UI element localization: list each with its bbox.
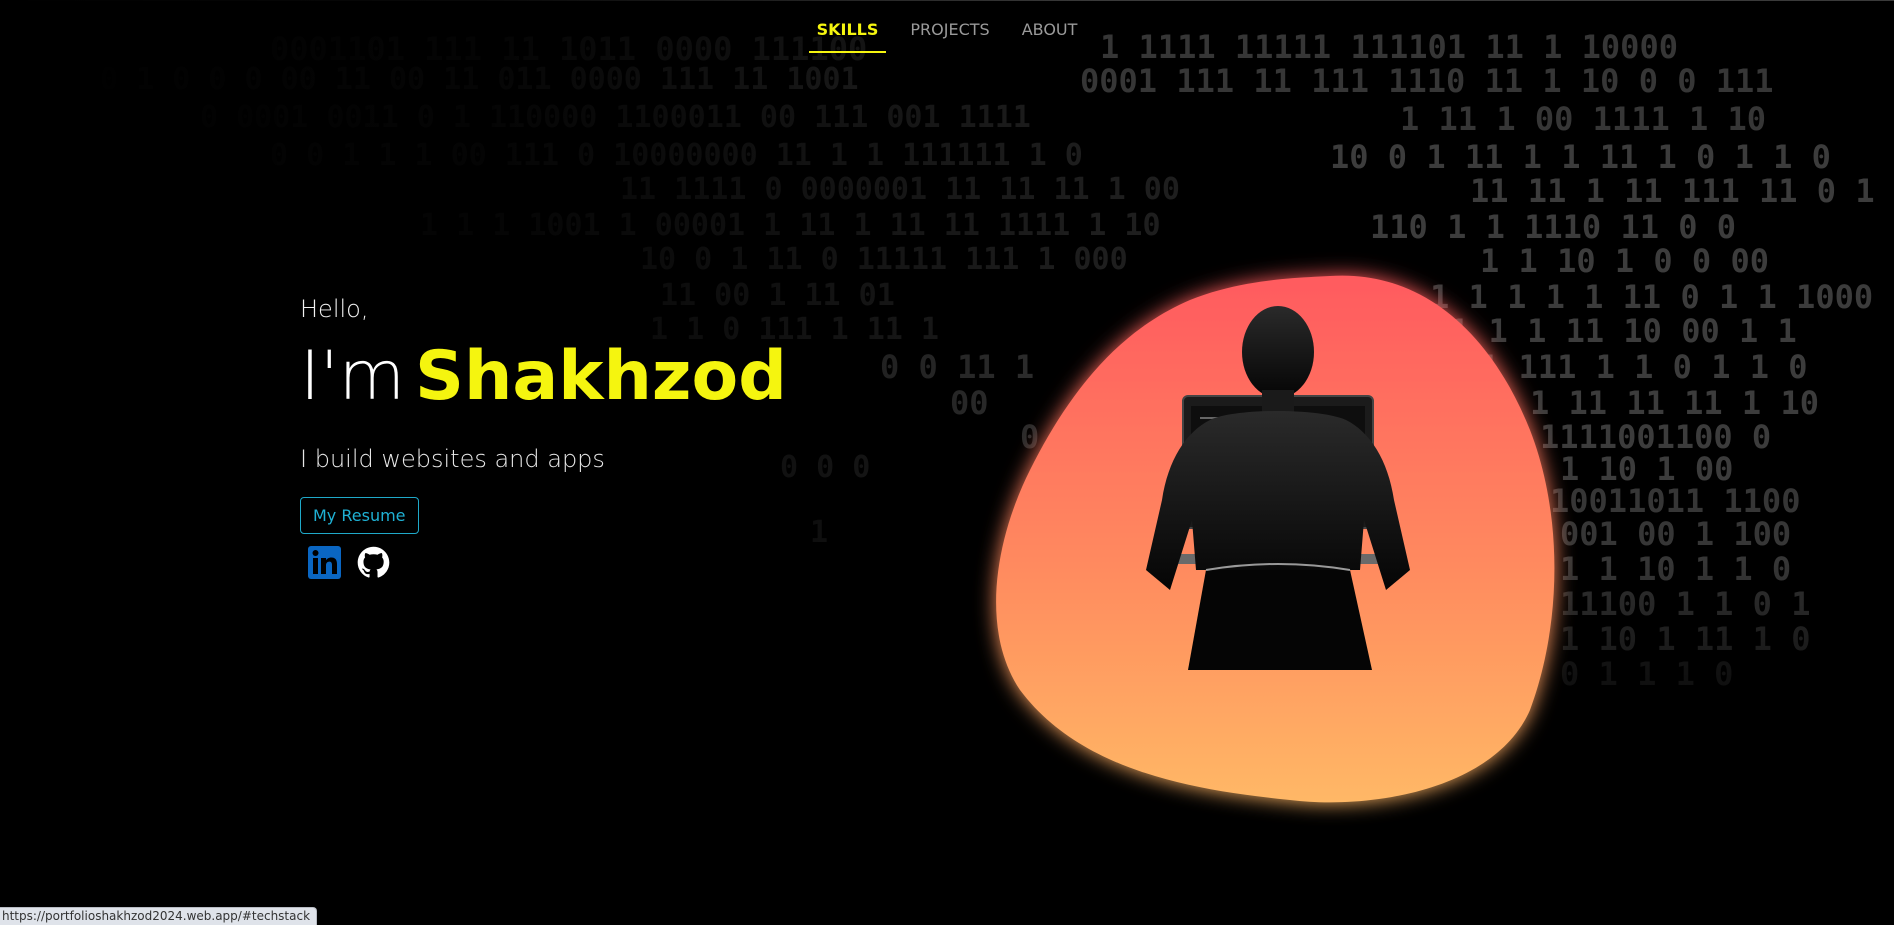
github-icon[interactable] xyxy=(357,546,390,579)
hero-illustration xyxy=(990,270,1570,810)
nav-item-projects[interactable]: PROJECTS xyxy=(902,18,997,53)
title-prefix: I'm xyxy=(300,337,405,416)
greeting-text: Hello, xyxy=(300,295,369,323)
hero-tagline: I build websites and apps xyxy=(300,445,605,473)
resume-button[interactable]: My Resume xyxy=(300,497,419,534)
nav-item-skills[interactable]: SKILLS xyxy=(808,18,887,53)
background-fade-bottom xyxy=(0,560,1894,925)
nav-item-about[interactable]: ABOUT xyxy=(1014,18,1086,53)
hero-title: I'm Shakhzod xyxy=(300,337,787,417)
linkedin-icon[interactable] xyxy=(308,546,341,579)
status-bar-url: https://portfolioshakhzod2024.web.app/#t… xyxy=(0,907,318,925)
hero-name: Shakhzod xyxy=(415,337,787,416)
top-navigation: SKILLS PROJECTS ABOUT xyxy=(0,18,1894,53)
social-links xyxy=(300,546,787,579)
hero-section: Hello, I'm Shakhzod I build websites and … xyxy=(300,295,787,579)
